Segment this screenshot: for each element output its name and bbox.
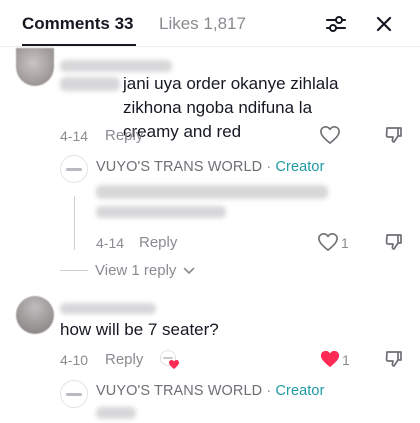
- reply-button[interactable]: Reply: [105, 127, 143, 144]
- chevron-down-icon: [183, 267, 194, 275]
- creator-reply-header: VUYO'S TRANS WORLD · Creator: [96, 383, 325, 399]
- view-replies-label: View 1 reply: [95, 262, 177, 279]
- dislike-icon[interactable]: [382, 347, 406, 371]
- reply-date: 4-14: [96, 235, 125, 251]
- creator-name[interactable]: VUYO'S TRANS WORLD: [96, 383, 262, 399]
- avatar[interactable]: [16, 296, 54, 334]
- avatar[interactable]: [16, 48, 54, 86]
- heart-icon[interactable]: [318, 123, 342, 147]
- creator-badge: Creator: [275, 383, 325, 399]
- dislike-icon[interactable]: [382, 230, 406, 254]
- comment-date: 4-10: [60, 352, 89, 368]
- dislike-icon[interactable]: [382, 123, 406, 147]
- heart-filled-icon[interactable]: [318, 347, 342, 371]
- blurred-reply-text: [96, 185, 328, 199]
- creator-avatar[interactable]: [60, 155, 88, 183]
- blurred-text: [60, 77, 120, 91]
- tab-comments[interactable]: Comments 33: [22, 14, 133, 34]
- creator-name[interactable]: VUYO'S TRANS WORLD: [96, 159, 262, 175]
- blurred-reply-text: [96, 206, 226, 218]
- view-replies-button[interactable]: View 1 reply: [95, 262, 195, 279]
- reply-button[interactable]: Reply: [105, 351, 143, 368]
- creator-badge: Creator: [275, 159, 325, 175]
- creator-avatar[interactable]: [60, 380, 88, 408]
- close-icon[interactable]: [370, 10, 398, 38]
- header-divider: [0, 46, 420, 47]
- blurred-reply-text: [96, 407, 136, 419]
- comment-text: how will be 7 seater?: [60, 320, 219, 339]
- like-count: 1: [341, 235, 349, 251]
- filter-icon[interactable]: [322, 10, 350, 38]
- thread-line: [74, 196, 75, 250]
- replies-divider: [60, 270, 88, 271]
- separator-dot: ·: [266, 159, 272, 175]
- blurred-username: [60, 303, 156, 314]
- heart-icon[interactable]: [316, 230, 340, 254]
- creator-reply-header: VUYO'S TRANS WORLD · Creator: [96, 159, 325, 175]
- blurred-username: [60, 60, 172, 72]
- like-count: 1: [342, 352, 350, 368]
- separator-dot: ·: [266, 383, 272, 399]
- reply-button[interactable]: Reply: [139, 234, 177, 251]
- tab-likes[interactable]: Likes 1,817: [159, 14, 246, 34]
- creator-liked-icon: [158, 348, 182, 372]
- comment-date: 4-14: [60, 128, 89, 144]
